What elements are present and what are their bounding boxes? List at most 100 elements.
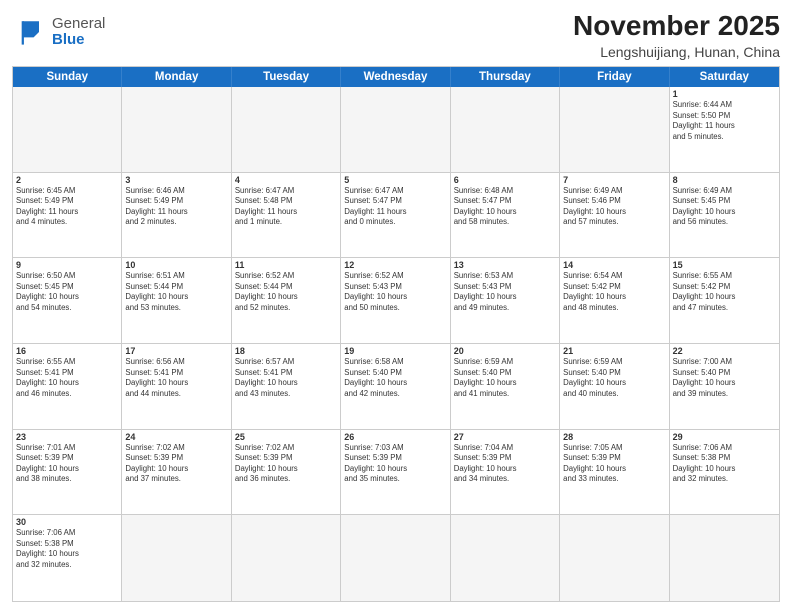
- day-info: Sunrise: 6:57 AM Sunset: 5:41 PM Dayligh…: [235, 357, 337, 399]
- day-info: Sunrise: 7:06 AM Sunset: 5:38 PM Dayligh…: [16, 528, 118, 570]
- day-cell-2-1: 10Sunrise: 6:51 AM Sunset: 5:44 PM Dayli…: [122, 258, 231, 343]
- day-info: Sunrise: 6:58 AM Sunset: 5:40 PM Dayligh…: [344, 357, 446, 399]
- day-info: Sunrise: 6:48 AM Sunset: 5:47 PM Dayligh…: [454, 186, 556, 228]
- day-cell-1-1: 3Sunrise: 6:46 AM Sunset: 5:49 PM Daylig…: [122, 173, 231, 258]
- day-cell-0-5: [560, 87, 669, 172]
- day-cell-4-6: 29Sunrise: 7:06 AM Sunset: 5:38 PM Dayli…: [670, 430, 779, 515]
- header-saturday: Saturday: [670, 67, 779, 87]
- header-thursday: Thursday: [451, 67, 560, 87]
- day-cell-1-4: 6Sunrise: 6:48 AM Sunset: 5:47 PM Daylig…: [451, 173, 560, 258]
- day-number: 10: [125, 260, 227, 270]
- day-info: Sunrise: 6:50 AM Sunset: 5:45 PM Dayligh…: [16, 271, 118, 313]
- day-number: 29: [673, 432, 776, 442]
- day-cell-5-4: [451, 515, 560, 601]
- logo-text: General Blue: [52, 16, 105, 49]
- day-info: Sunrise: 6:55 AM Sunset: 5:42 PM Dayligh…: [673, 271, 776, 313]
- day-cell-0-1: [122, 87, 231, 172]
- day-cell-0-6: 1Sunrise: 6:44 AM Sunset: 5:50 PM Daylig…: [670, 87, 779, 172]
- day-cell-2-4: 13Sunrise: 6:53 AM Sunset: 5:43 PM Dayli…: [451, 258, 560, 343]
- day-headers: Sunday Monday Tuesday Wednesday Thursday…: [13, 67, 779, 87]
- logo-icon: [12, 14, 48, 50]
- day-number: 16: [16, 346, 118, 356]
- day-cell-0-3: [341, 87, 450, 172]
- day-info: Sunrise: 7:02 AM Sunset: 5:39 PM Dayligh…: [125, 443, 227, 485]
- day-number: 5: [344, 175, 446, 185]
- day-info: Sunrise: 7:01 AM Sunset: 5:39 PM Dayligh…: [16, 443, 118, 485]
- day-number: 13: [454, 260, 556, 270]
- day-cell-3-0: 16Sunrise: 6:55 AM Sunset: 5:41 PM Dayli…: [13, 344, 122, 429]
- day-number: 12: [344, 260, 446, 270]
- day-number: 7: [563, 175, 665, 185]
- day-cell-3-5: 21Sunrise: 6:59 AM Sunset: 5:40 PM Dayli…: [560, 344, 669, 429]
- day-number: 9: [16, 260, 118, 270]
- day-cell-5-1: [122, 515, 231, 601]
- day-cell-4-3: 26Sunrise: 7:03 AM Sunset: 5:39 PM Dayli…: [341, 430, 450, 515]
- day-number: 30: [16, 517, 118, 527]
- day-info: Sunrise: 7:05 AM Sunset: 5:39 PM Dayligh…: [563, 443, 665, 485]
- day-info: Sunrise: 6:54 AM Sunset: 5:42 PM Dayligh…: [563, 271, 665, 313]
- day-cell-3-3: 19Sunrise: 6:58 AM Sunset: 5:40 PM Dayli…: [341, 344, 450, 429]
- day-info: Sunrise: 6:49 AM Sunset: 5:45 PM Dayligh…: [673, 186, 776, 228]
- logo: General Blue: [12, 14, 105, 50]
- day-info: Sunrise: 6:52 AM Sunset: 5:43 PM Dayligh…: [344, 271, 446, 313]
- day-number: 17: [125, 346, 227, 356]
- week-row-2: 2Sunrise: 6:45 AM Sunset: 5:49 PM Daylig…: [13, 173, 779, 259]
- day-number: 20: [454, 346, 556, 356]
- page: General Blue November 2025 Lengshuijiang…: [0, 0, 792, 612]
- week-row-5: 23Sunrise: 7:01 AM Sunset: 5:39 PM Dayli…: [13, 430, 779, 516]
- day-number: 19: [344, 346, 446, 356]
- day-info: Sunrise: 6:47 AM Sunset: 5:47 PM Dayligh…: [344, 186, 446, 228]
- day-info: Sunrise: 7:06 AM Sunset: 5:38 PM Dayligh…: [673, 443, 776, 485]
- location: Lengshuijiang, Hunan, China: [573, 44, 780, 60]
- day-info: Sunrise: 6:59 AM Sunset: 5:40 PM Dayligh…: [563, 357, 665, 399]
- day-number: 24: [125, 432, 227, 442]
- day-cell-4-1: 24Sunrise: 7:02 AM Sunset: 5:39 PM Dayli…: [122, 430, 231, 515]
- day-number: 14: [563, 260, 665, 270]
- day-info: Sunrise: 6:55 AM Sunset: 5:41 PM Dayligh…: [16, 357, 118, 399]
- header-wednesday: Wednesday: [341, 67, 450, 87]
- header-tuesday: Tuesday: [232, 67, 341, 87]
- day-cell-2-0: 9Sunrise: 6:50 AM Sunset: 5:45 PM Daylig…: [13, 258, 122, 343]
- day-number: 26: [344, 432, 446, 442]
- day-cell-0-2: [232, 87, 341, 172]
- day-info: Sunrise: 6:49 AM Sunset: 5:46 PM Dayligh…: [563, 186, 665, 228]
- day-cell-0-0: [13, 87, 122, 172]
- day-number: 1: [673, 89, 776, 99]
- day-cell-5-5: [560, 515, 669, 601]
- header-sunday: Sunday: [13, 67, 122, 87]
- day-info: Sunrise: 6:47 AM Sunset: 5:48 PM Dayligh…: [235, 186, 337, 228]
- day-info: Sunrise: 7:02 AM Sunset: 5:39 PM Dayligh…: [235, 443, 337, 485]
- day-cell-1-6: 8Sunrise: 6:49 AM Sunset: 5:45 PM Daylig…: [670, 173, 779, 258]
- day-cell-4-2: 25Sunrise: 7:02 AM Sunset: 5:39 PM Dayli…: [232, 430, 341, 515]
- day-info: Sunrise: 6:56 AM Sunset: 5:41 PM Dayligh…: [125, 357, 227, 399]
- day-number: 8: [673, 175, 776, 185]
- day-info: Sunrise: 7:03 AM Sunset: 5:39 PM Dayligh…: [344, 443, 446, 485]
- logo-general: General: [52, 16, 105, 33]
- day-info: Sunrise: 6:46 AM Sunset: 5:49 PM Dayligh…: [125, 186, 227, 228]
- day-number: 11: [235, 260, 337, 270]
- day-info: Sunrise: 6:59 AM Sunset: 5:40 PM Dayligh…: [454, 357, 556, 399]
- day-cell-1-0: 2Sunrise: 6:45 AM Sunset: 5:49 PM Daylig…: [13, 173, 122, 258]
- day-number: 28: [563, 432, 665, 442]
- day-cell-5-3: [341, 515, 450, 601]
- day-number: 3: [125, 175, 227, 185]
- day-number: 6: [454, 175, 556, 185]
- day-cell-5-0: 30Sunrise: 7:06 AM Sunset: 5:38 PM Dayli…: [13, 515, 122, 601]
- day-number: 25: [235, 432, 337, 442]
- logo-blue: Blue: [52, 32, 105, 49]
- day-cell-4-5: 28Sunrise: 7:05 AM Sunset: 5:39 PM Dayli…: [560, 430, 669, 515]
- day-cell-1-2: 4Sunrise: 6:47 AM Sunset: 5:48 PM Daylig…: [232, 173, 341, 258]
- day-cell-1-5: 7Sunrise: 6:49 AM Sunset: 5:46 PM Daylig…: [560, 173, 669, 258]
- day-number: 27: [454, 432, 556, 442]
- day-info: Sunrise: 6:53 AM Sunset: 5:43 PM Dayligh…: [454, 271, 556, 313]
- day-info: Sunrise: 7:00 AM Sunset: 5:40 PM Dayligh…: [673, 357, 776, 399]
- calendar: Sunday Monday Tuesday Wednesday Thursday…: [12, 66, 780, 602]
- day-cell-3-4: 20Sunrise: 6:59 AM Sunset: 5:40 PM Dayli…: [451, 344, 560, 429]
- day-number: 18: [235, 346, 337, 356]
- day-cell-5-6: [670, 515, 779, 601]
- day-info: Sunrise: 7:04 AM Sunset: 5:39 PM Dayligh…: [454, 443, 556, 485]
- header-monday: Monday: [122, 67, 231, 87]
- day-number: 2: [16, 175, 118, 185]
- day-cell-3-6: 22Sunrise: 7:00 AM Sunset: 5:40 PM Dayli…: [670, 344, 779, 429]
- day-number: 22: [673, 346, 776, 356]
